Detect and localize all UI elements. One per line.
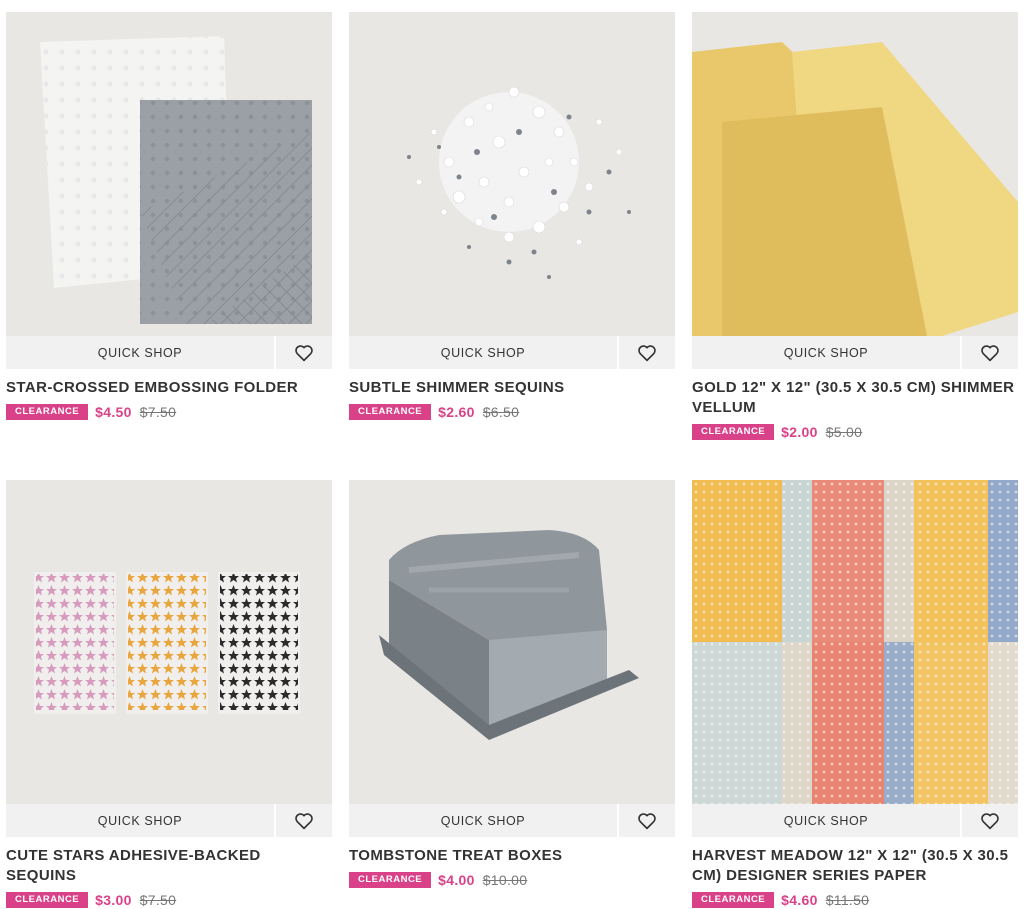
price-row: CLEARANCE $4.60 $11.50 [692,890,1018,909]
quick-shop-button[interactable]: QUICK SHOP [692,804,960,837]
sale-price: $4.60 [781,892,818,908]
product-action-bar: QUICK SHOP [6,804,332,837]
product-image-tombstone-boxes[interactable] [349,480,675,804]
product-title[interactable]: HARVEST MEADOW 12" X 12" (30.5 X 30.5 CM… [692,846,1018,886]
product-title[interactable]: CUTE STARS ADHESIVE-BACKED SEQUINS [6,846,332,886]
product-action-bar: QUICK SHOP [692,804,1018,837]
clearance-badge: CLEARANCE [349,404,432,420]
original-price: $10.00 [482,872,528,888]
heart-outline-icon[interactable] [962,336,1018,369]
product-card: QUICK SHOP HARVEST MEADOW 12" X 12" (30.… [692,480,1018,909]
clearance-badge: CLEARANCE [692,892,775,908]
sale-price: $2.60 [438,404,475,420]
heart-outline-icon[interactable] [619,336,675,369]
price-row: CLEARANCE $4.00 $10.00 [349,870,675,890]
product-title[interactable]: GOLD 12" X 12" (30.5 X 30.5 CM) SHIMMER … [692,378,1018,418]
product-card: QUICK SHOP TOMBSTONE TREAT BOXES CLEARAN… [349,480,675,890]
price-row: CLEARANCE $2.60 $6.50 [349,402,675,422]
product-action-bar: QUICK SHOP [6,336,332,369]
product-action-bar: QUICK SHOP [349,804,675,837]
product-title[interactable]: STAR-CROSSED EMBOSSING FOLDER [6,378,332,398]
original-price: $6.50 [482,404,520,420]
product-action-bar: QUICK SHOP [349,336,675,369]
quick-shop-button[interactable]: QUICK SHOP [6,336,274,369]
product-title[interactable]: TOMBSTONE TREAT BOXES [349,846,675,866]
product-title[interactable]: SUBTLE SHIMMER SEQUINS [349,378,675,398]
product-image-designer-paper[interactable] [692,480,1018,804]
quick-shop-button[interactable]: QUICK SHOP [6,804,274,837]
price-row: CLEARANCE $2.00 $5.00 [692,422,1018,442]
product-card: QUICK SHOP STAR-CROSSED EMBOSSING FOLDER… [6,12,332,422]
clearance-badge: CLEARANCE [349,872,432,888]
product-image-embossing-folder[interactable] [6,12,332,336]
original-price: $11.50 [825,892,870,908]
product-card: QUICK SHOP GOLD 12" X 12" (30.5 X 30.5 C… [692,12,1018,442]
clearance-badge: CLEARANCE [692,424,775,440]
product-action-bar: QUICK SHOP [692,336,1018,369]
product-image-sequins[interactable] [349,12,675,336]
heart-outline-icon[interactable] [276,804,332,837]
heart-outline-icon[interactable] [276,336,332,369]
original-price: $5.00 [825,424,863,440]
sale-price: $2.00 [781,424,818,440]
price-row: CLEARANCE $3.00 $7.50 [6,890,332,909]
quick-shop-button[interactable]: QUICK SHOP [692,336,960,369]
clearance-badge: CLEARANCE [6,404,89,420]
clearance-badge: CLEARANCE [6,892,89,908]
sale-price: $4.00 [438,872,475,888]
sale-price: $4.50 [95,404,132,420]
heart-outline-icon[interactable] [962,804,1018,837]
heart-outline-icon[interactable] [619,804,675,837]
quick-shop-button[interactable]: QUICK SHOP [349,804,617,837]
original-price: $7.50 [139,404,177,420]
original-price: $7.50 [139,892,177,908]
price-row: CLEARANCE $4.50 $7.50 [6,402,332,422]
quick-shop-button[interactable]: QUICK SHOP [349,336,617,369]
product-card: QUICK SHOP SUBTLE SHIMMER SEQUINS CLEARA… [349,12,675,422]
product-image-shimmer-vellum[interactable] [692,12,1018,336]
product-card: QUICK SHOP CUTE STARS ADHESIVE-BACKED SE… [6,480,332,909]
product-image-star-sequins[interactable] [6,480,332,804]
sale-price: $3.00 [95,892,132,908]
